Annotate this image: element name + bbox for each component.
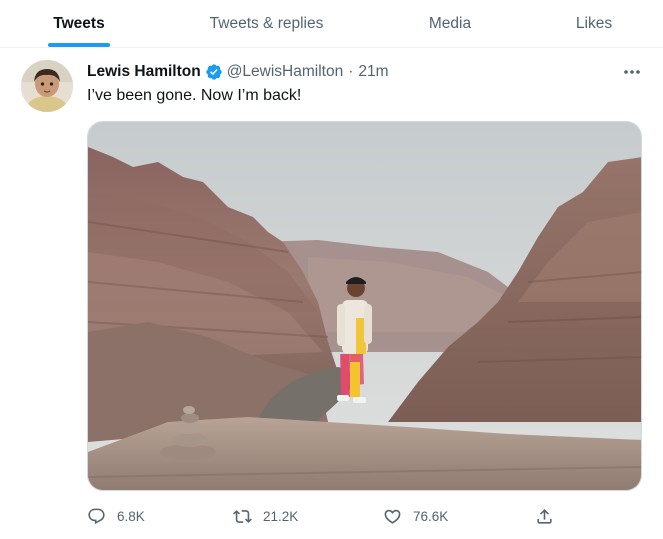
handle[interactable]: @LewisHamilton: [227, 63, 344, 81]
more-horizontal-icon[interactable]: [621, 62, 643, 82]
retweet-icon: [233, 509, 252, 523]
tweet-header: Lewis Hamilton @LewisHamilton · 21m: [87, 62, 389, 82]
avatar[interactable]: [21, 60, 73, 112]
heart-icon: [384, 509, 401, 524]
tab-media[interactable]: Media: [375, 0, 525, 48]
reply-count: 6.8K: [117, 508, 145, 524]
tweet-actions: 6.8K 21.2K 76.6K: [87, 506, 647, 526]
like-count: 76.6K: [413, 508, 449, 524]
verified-badge-icon: [205, 63, 223, 81]
display-name[interactable]: Lewis Hamilton: [87, 63, 201, 81]
tab-tweets-and-replies[interactable]: Tweets & replies: [158, 0, 375, 48]
reply-icon: [88, 508, 105, 524]
tweet-photo[interactable]: [87, 121, 642, 491]
share-icon: [537, 508, 552, 524]
separator-dot: ·: [348, 63, 354, 80]
active-tab-indicator: [48, 43, 110, 47]
reply-button[interactable]: 6.8K: [87, 506, 145, 526]
tab-likes[interactable]: Likes: [525, 0, 663, 48]
retweet-count: 21.2K: [263, 508, 299, 524]
like-button[interactable]: 76.6K: [383, 506, 448, 526]
profile-tabs: Tweets Tweets & replies Media Likes: [0, 0, 663, 48]
avatar-image: [21, 60, 73, 112]
tab-tweets-and-replies-label: Tweets & replies: [209, 15, 324, 32]
tab-tweets[interactable]: Tweets: [0, 0, 158, 48]
tab-likes-label: Likes: [575, 15, 613, 32]
tab-tweets-label: Tweets: [53, 15, 105, 32]
timestamp[interactable]: 21m: [358, 63, 388, 81]
tab-media-label: Media: [428, 15, 472, 32]
canyon-photo-image: [88, 122, 641, 490]
tweet[interactable]: Lewis Hamilton @LewisHamilton · 21m I’ve…: [0, 48, 663, 539]
share-button[interactable]: [535, 506, 554, 526]
retweet-button[interactable]: 21.2K: [233, 506, 298, 526]
tweet-text: I’ve been gone. Now I’m back!: [87, 87, 302, 104]
